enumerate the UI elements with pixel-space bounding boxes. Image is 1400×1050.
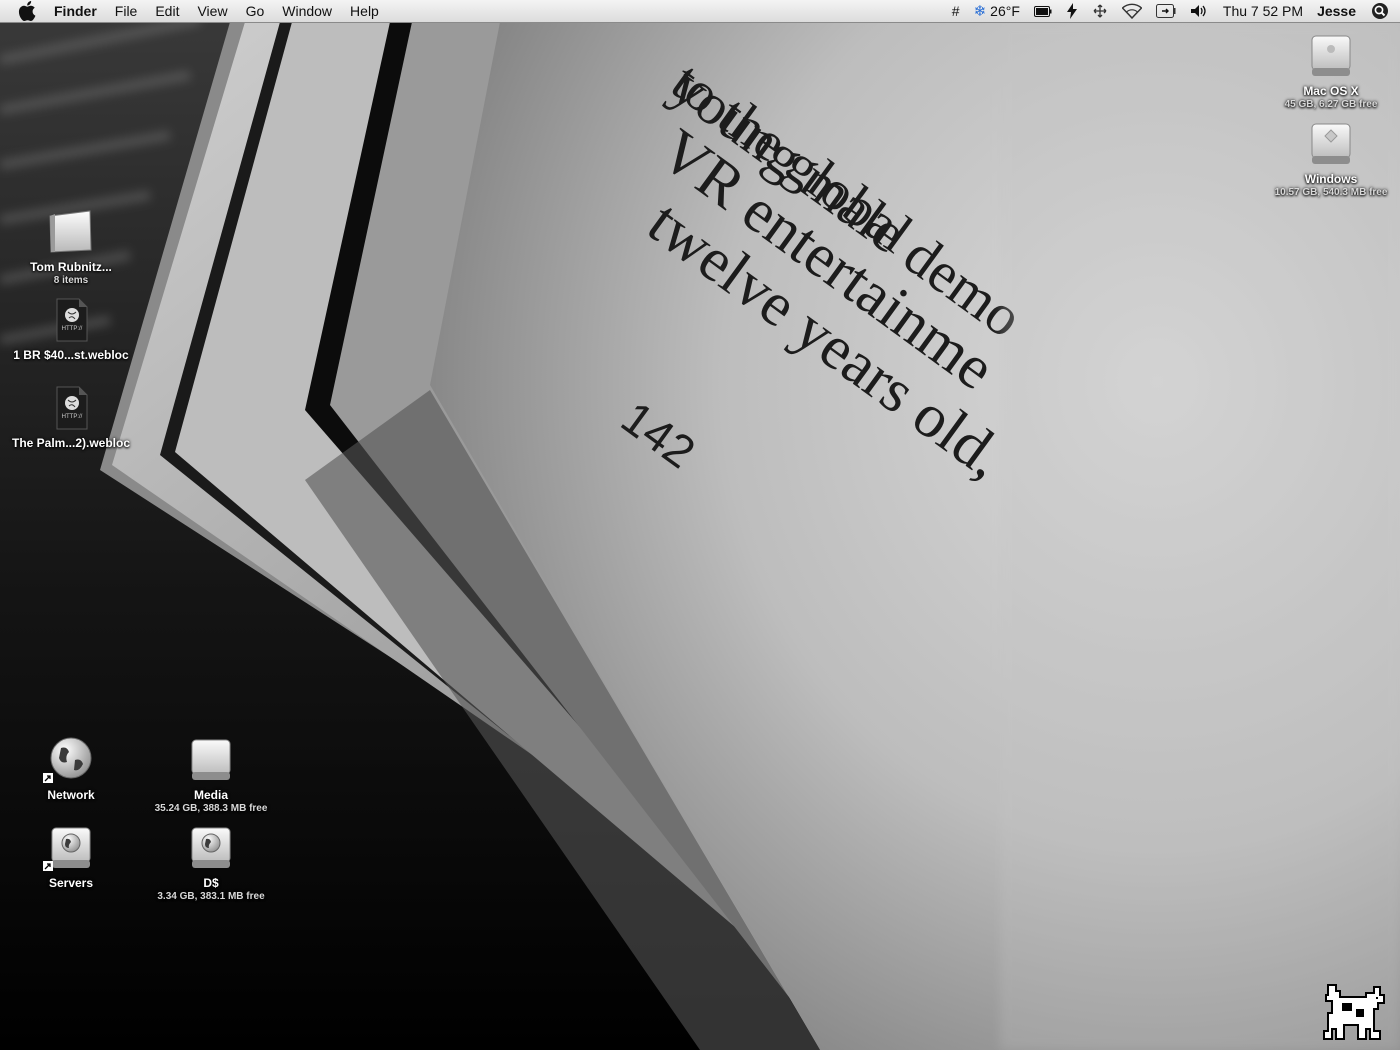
menu-bar: Finder File Edit View Go Window Help # ❄… — [0, 0, 1400, 23]
desktop-icon-info: 35.24 GB, 388.3 MB free — [154, 803, 268, 814]
menu-clock[interactable]: Thu 7 52 PM — [1223, 3, 1303, 19]
menu-go[interactable]: Go — [237, 0, 274, 22]
desktop-icon-label: The Palm...2).webloc — [11, 436, 131, 450]
desktop-icon-label: Mac OS X — [1303, 84, 1359, 98]
apple-icon[interactable] — [18, 1, 38, 21]
hash-menu-extra[interactable]: # — [952, 3, 960, 19]
menu-view[interactable]: View — [188, 0, 236, 22]
desktop-icon-media-drive[interactable]: Media 35.24 GB, 388.3 MB free — [146, 736, 276, 814]
user-menu[interactable]: Jesse — [1317, 3, 1356, 19]
desktop-icon-label: Media — [193, 788, 228, 802]
network-drive-icon — [187, 824, 235, 872]
desktop-icon-info: 3.34 GB, 383.1 MB free — [157, 891, 265, 902]
menu-extras: # ❄ 26°F Thu 7 52 PM Jesse — [945, 0, 1400, 22]
dogcow-icon — [1322, 981, 1388, 1048]
desktop-icon-webloc-palm[interactable]: HTTP:// The Palm...2).webloc — [6, 384, 136, 450]
server-icon — [43, 824, 95, 872]
bluetooth-icon[interactable] — [1092, 3, 1108, 19]
svg-text:HTTP://: HTTP:// — [62, 326, 83, 332]
desktop-icon-d-share-drive[interactable]: D$ 3.34 GB, 383.1 MB free — [146, 824, 276, 902]
weather-menu-extra[interactable]: ❄ 26°F — [974, 2, 1020, 20]
menu-edit[interactable]: Edit — [146, 0, 188, 22]
desktop-icon-mac-os-x-drive[interactable]: Mac OS X 45 GB, 6.27 GB free — [1266, 32, 1396, 110]
alias-arrow-icon — [43, 770, 53, 788]
desktop-icon-webloc-1br[interactable]: HTTP:// 1 BR $40...st.webloc — [6, 296, 136, 362]
desktop-icon-label: 1 BR $40...st.webloc — [13, 348, 129, 362]
alias-arrow-icon — [43, 858, 53, 876]
desktop-icon-network[interactable]: Network — [6, 736, 136, 802]
hard-drive-icon — [1307, 32, 1355, 80]
network-globe-icon — [43, 736, 95, 784]
folder-icon — [47, 208, 95, 256]
sync-icon[interactable] — [1066, 3, 1078, 19]
webloc-icon: HTTP:// — [47, 384, 95, 432]
menu-help[interactable]: Help — [341, 0, 388, 22]
webloc-icon: HTTP:// — [47, 296, 95, 344]
desktop-icon-windows-drive[interactable]: Windows 10.57 GB, 540.3 MB free — [1266, 120, 1396, 198]
desktop-icon-info: 10.57 GB, 540.3 MB free — [1274, 187, 1388, 198]
desktop-icon-servers[interactable]: Servers — [6, 824, 136, 890]
menu-window[interactable]: Window — [273, 0, 341, 22]
volume-icon[interactable] — [1190, 4, 1208, 18]
desktop-icon-label: Tom Rubnitz... — [30, 260, 112, 274]
menu-file[interactable]: File — [106, 0, 147, 22]
snowflake-icon: ❄ — [973, 3, 987, 20]
hard-drive-icon — [187, 736, 235, 784]
desktop-icon-label: Windows — [1304, 172, 1358, 186]
hard-drive-icon — [1307, 120, 1355, 168]
menu-app-finder[interactable]: Finder — [52, 0, 106, 22]
desktop-icon-info: 45 GB, 6.27 GB free — [1284, 99, 1378, 110]
power-icon[interactable] — [1155, 4, 1176, 18]
battery-icon[interactable] — [1033, 5, 1052, 17]
desktop-icon-tom-rubnitz-folder[interactable]: Tom Rubnitz... 8 items — [6, 208, 136, 286]
desktop-icon-label: Servers — [48, 876, 94, 890]
spotlight-icon[interactable] — [1372, 3, 1388, 19]
svg-text:HTTP://: HTTP:// — [62, 414, 83, 420]
desktop-icon-label: D$ — [203, 876, 219, 890]
desktop-icon-info: 8 items — [53, 275, 89, 286]
wifi-icon[interactable] — [1121, 3, 1142, 19]
desktop-icon-label: Network — [47, 788, 95, 802]
temperature-label: 26°F — [990, 3, 1020, 19]
